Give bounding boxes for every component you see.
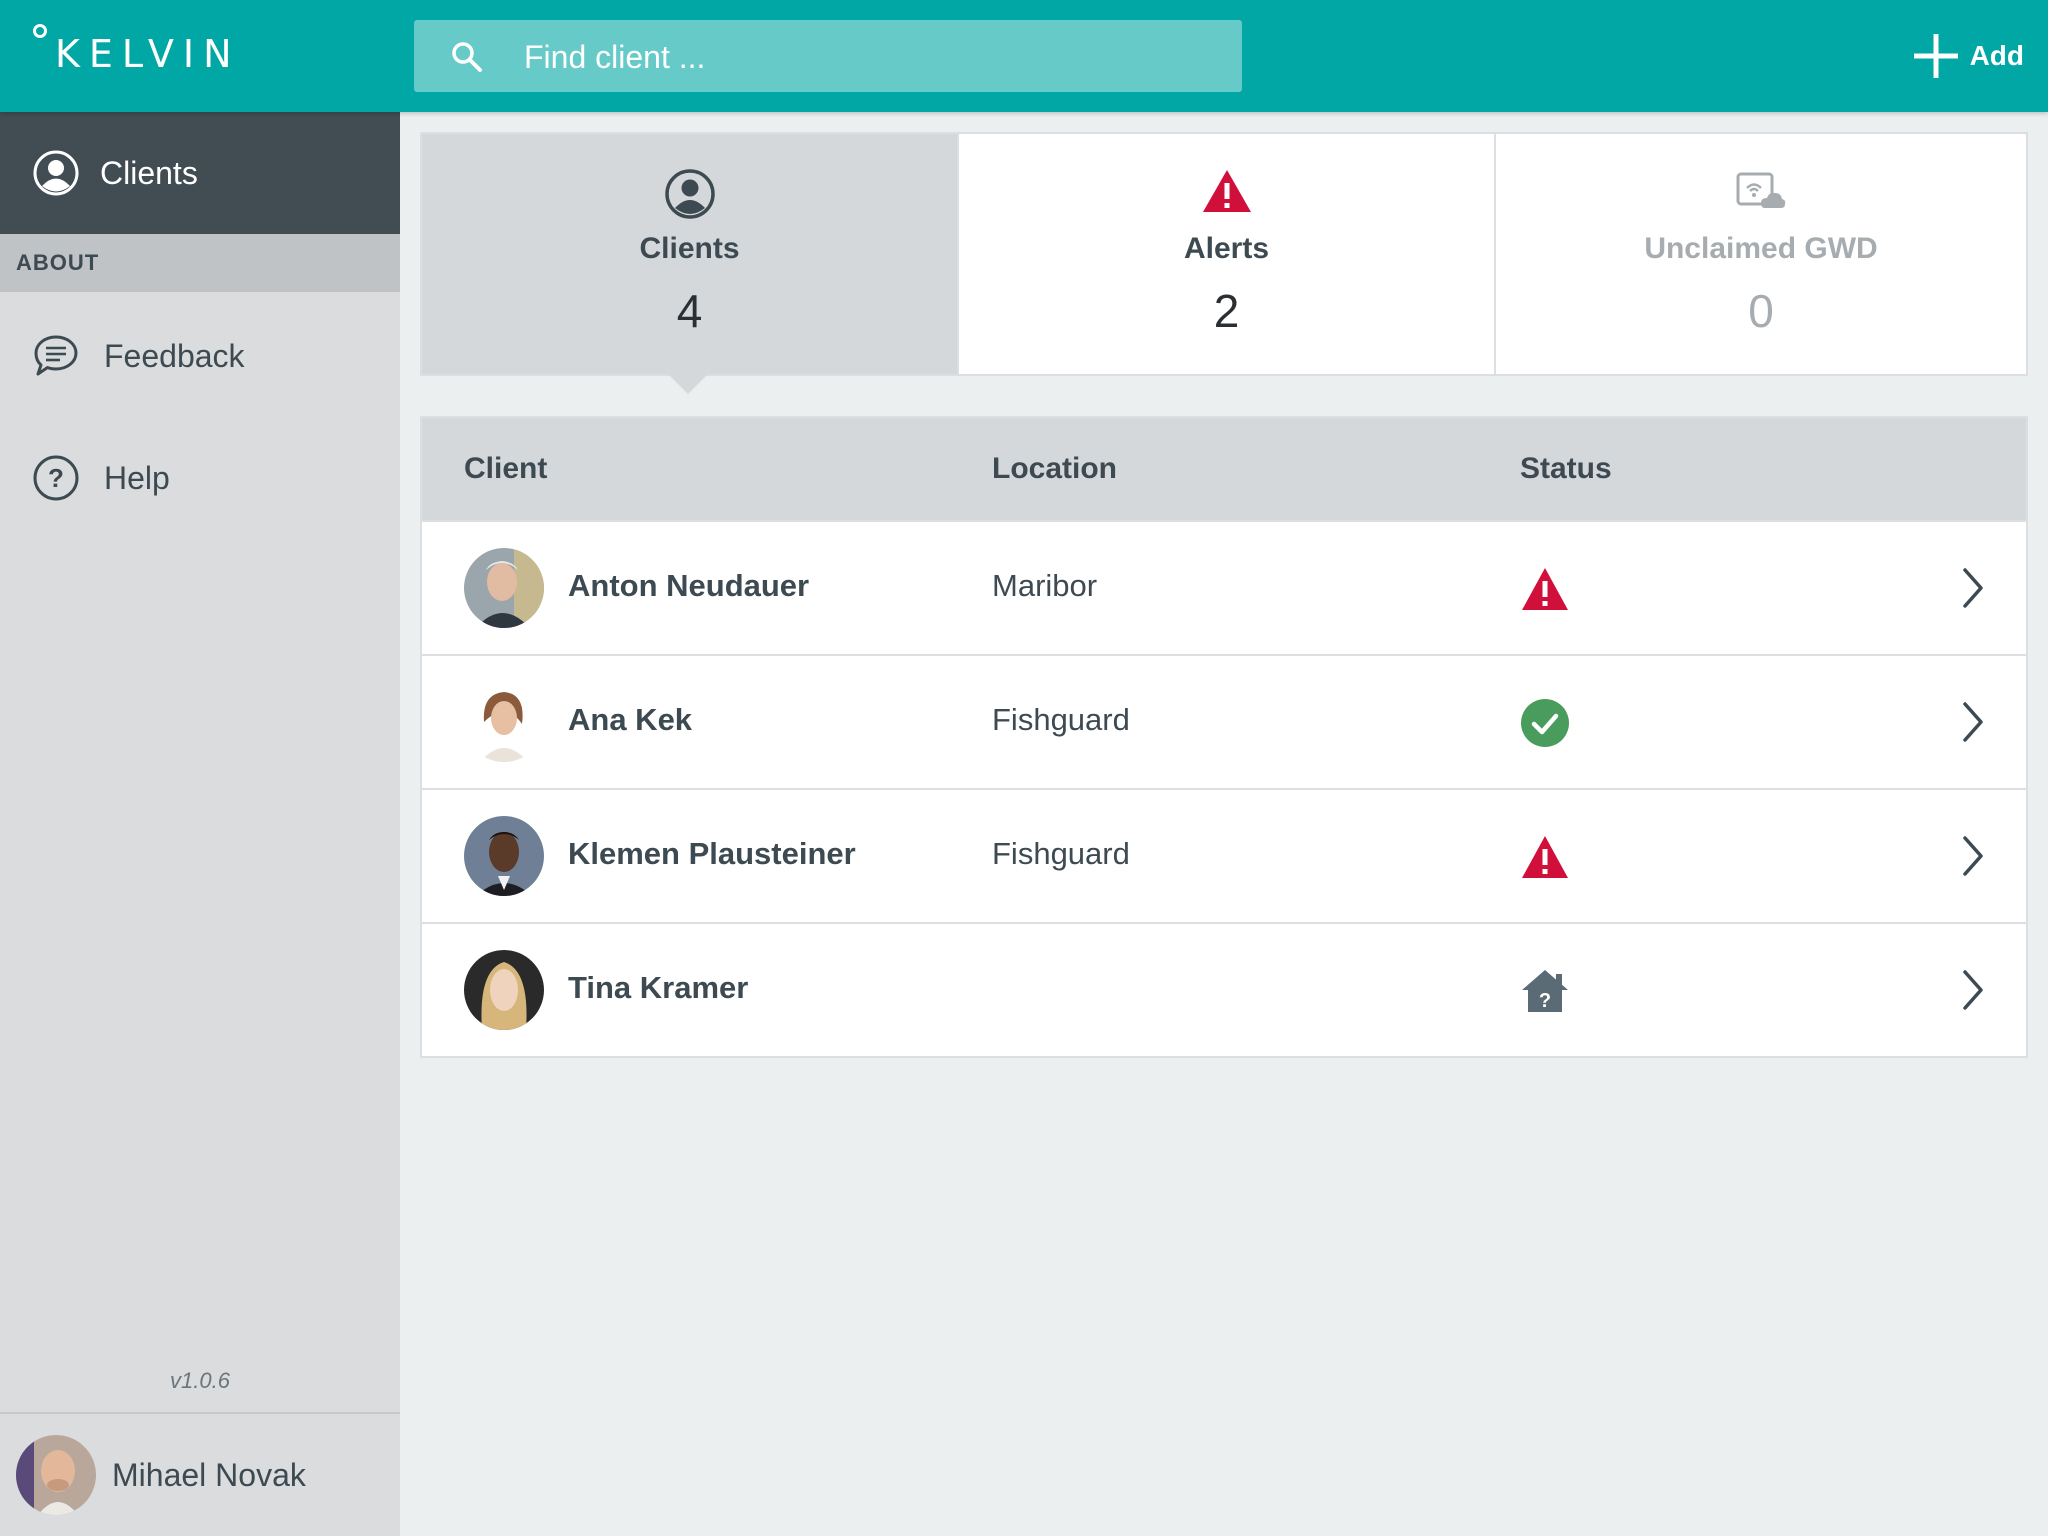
client-location: Fishguard (992, 836, 1130, 871)
chat-bubble-icon (34, 335, 78, 376)
sidebar: Clients ABOUT Feedback ? Help v1.0.6 Mih… (0, 112, 400, 1536)
chevron-right-icon[interactable] (1960, 700, 1986, 744)
table-row[interactable]: Tina Kramer ? (422, 922, 2026, 1056)
app-version: v1.0.6 (170, 1368, 230, 1393)
sidebar-item-label: Clients (100, 154, 198, 191)
tab-title: Alerts (1183, 232, 1270, 265)
avatar (464, 682, 544, 762)
tab-clients[interactable]: Clients 4 (422, 134, 957, 374)
top-bar: KELVIN Find client ... Add (0, 0, 2048, 112)
kelvin-logo[interactable]: KELVIN (30, 24, 290, 76)
home-question-icon: ? (1522, 970, 1568, 1012)
chevron-right-icon[interactable] (1960, 968, 1986, 1012)
tab-count: 0 (1748, 285, 1774, 337)
client-name: Klemen Plausteiner (568, 836, 856, 871)
tab-alerts[interactable]: Alerts 2 (959, 134, 1494, 374)
current-user[interactable]: Mihael Novak (0, 1412, 400, 1536)
section-header-about: ABOUT (0, 234, 400, 292)
client-name: Anton Neudauer (568, 568, 810, 603)
svg-text:?: ? (48, 463, 64, 493)
tab-title: Unclaimed GWD (1644, 232, 1878, 265)
sidebar-item-label: Help (104, 459, 170, 496)
add-button[interactable]: Add (1912, 30, 2024, 82)
search-icon (452, 42, 482, 72)
active-tab-pointer (668, 374, 708, 394)
table-row[interactable]: Anton Neudauer Maribor (422, 520, 2026, 654)
user-circle-icon (664, 169, 715, 219)
client-name: Tina Kramer (568, 970, 749, 1005)
tab-unclaimed-gwd[interactable]: Unclaimed GWD 0 (1496, 134, 2026, 374)
sidebar-item-clients[interactable]: Clients (0, 112, 400, 234)
avatar (16, 1435, 96, 1515)
device-cloud-icon (1736, 172, 1786, 208)
logo-text: KELVIN (55, 32, 241, 76)
sidebar-item-help[interactable]: ? Help (0, 438, 400, 518)
warning-triangle-icon (1202, 170, 1251, 212)
tab-count: 4 (676, 285, 703, 337)
chevron-right-icon[interactable] (1960, 566, 1986, 610)
summary-tabs: Clients 4 Alerts 2 Unclaimed GWD 0 (420, 132, 2028, 376)
avatar (464, 816, 544, 896)
table-row[interactable]: Ana Kek Fishguard (422, 654, 2026, 788)
add-button-label: Add (1969, 40, 2024, 71)
tab-title: Clients (639, 232, 740, 265)
user-circle-icon (33, 150, 79, 196)
column-header-client[interactable]: Client (464, 452, 547, 486)
tab-count: 2 (1213, 285, 1240, 337)
search-box[interactable]: Find client ... (414, 20, 1242, 92)
column-header-status[interactable]: Status (1520, 452, 1612, 486)
table-row[interactable]: Klemen Plausteiner Fishguard (422, 788, 2026, 922)
chevron-right-icon[interactable] (1960, 834, 1986, 878)
avatar (464, 950, 544, 1030)
svg-text:?: ? (1539, 990, 1551, 1012)
plus-icon (1913, 34, 1958, 78)
sidebar-item-label: Feedback (104, 337, 245, 374)
client-location: Maribor (992, 568, 1098, 603)
table-header: Client Location Status (422, 418, 2026, 522)
logo-degree-mark (33, 24, 47, 38)
user-name: Mihael Novak (112, 1456, 306, 1493)
client-location: Fishguard (992, 702, 1130, 737)
warning-triangle-icon (1522, 836, 1568, 878)
clients-table: Client Location Status Anton Neudauer Ma… (420, 416, 2028, 1058)
avatar (464, 548, 544, 628)
warning-triangle-icon (1522, 568, 1568, 610)
check-circle-icon (1521, 699, 1569, 747)
client-name: Ana Kek (568, 702, 693, 737)
question-circle-icon: ? (33, 455, 79, 501)
sidebar-item-feedback[interactable]: Feedback (0, 316, 400, 396)
column-header-location[interactable]: Location (992, 452, 1117, 486)
search-input[interactable]: Find client ... (524, 39, 705, 76)
